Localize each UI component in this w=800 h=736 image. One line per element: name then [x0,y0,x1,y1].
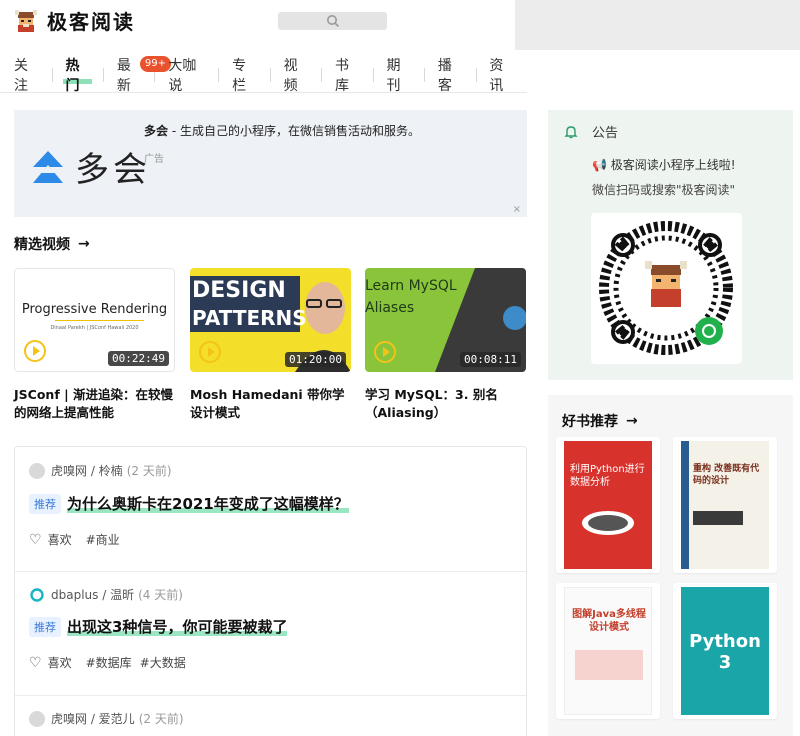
ad-logo: 多会 [31,142,151,191]
dbaplus-logo-icon [30,587,44,602]
tab-journals[interactable]: 期刊 [373,58,424,94]
article-source[interactable]: 虎嗅网 / 柃楠 (2 天前) [29,462,172,479]
video-card[interactable]: Progressive Rendering Dinaal Parekh | JS… [14,268,175,422]
like-button[interactable]: 喜欢 [48,531,72,548]
top-header: 极客阅读 [0,0,800,50]
video-title[interactable]: Mosh Hamedani 带你学设计模式 [190,386,351,422]
article-item[interactable]: 虎嗅网 / 柃楠 (2 天前) 推荐 为什么奥斯卡在2021年变成了这幅模样？ … [15,447,526,571]
main-nav: 关注 热门 最新 99+ 大咖说 专栏 视频 书库 期刊 播客 资讯 [0,56,527,94]
upward-arrow-logo-icon [33,150,63,183]
article-source[interactable]: 虎嗅网 / 爱范儿 (2 天前) [29,710,184,727]
book-card[interactable]: 图解Java多线程设计模式 [556,583,660,719]
viking-logo-icon [15,9,37,32]
ad-title[interactable]: 多会 - 生成自己的小程序，在微信销售活动和服务。 [144,122,420,139]
recommend-tag: 推荐 [29,493,61,514]
play-icon[interactable] [24,340,46,362]
rat-illustration-icon [582,511,634,535]
article-list: 虎嗅网 / 柃楠 (2 天前) 推荐 为什么奥斯卡在2021年变成了这幅模样？ … [14,446,527,736]
tab-library[interactable]: 书库 [322,58,373,94]
tab-experts[interactable]: 大咖说 [155,58,218,94]
search-icon [326,15,339,28]
heart-icon[interactable]: ♡ [29,655,42,671]
source-avatar-icon [29,462,45,479]
search-box[interactable] [278,12,387,30]
video-duration: 01:20:00 [285,352,346,367]
tab-columns[interactable]: 专栏 [219,58,270,94]
bell-icon [564,125,578,138]
article-item[interactable]: 虎嗅网 / 爱范儿 (2 天前) [15,696,526,736]
tab-hot[interactable]: 热门 [52,58,103,94]
article-source[interactable]: dbaplus / 温昕 (4 天前) [29,586,183,603]
article-actions: ♡ 喜欢 #数据库 #大数据 [29,654,186,671]
announcement-panel: 公告 📢 极客阅读小程序上线啦! 微信扫码或搜索"极客阅读" [548,110,793,380]
miniprogram-qr-code [591,213,742,364]
tab-news[interactable]: 资讯 [476,58,527,94]
topic-tag[interactable]: #大数据 [140,654,186,671]
video-title[interactable]: JSConf | 渐进追染：在较慢的网络上提高性能 [14,386,175,422]
arrow-right-icon: → [626,413,638,429]
heart-icon[interactable]: ♡ [29,532,42,548]
book-cover: 重构 改善既有代码的设计 [681,441,769,569]
video-thumbnail[interactable]: Progressive Rendering Dinaal Parekh | JS… [14,268,175,372]
arrow-right-icon: → [78,236,90,252]
tab-follow[interactable]: 关注 [0,58,52,94]
tab-podcasts[interactable]: 播客 [425,58,476,94]
book-card[interactable]: 重构 改善既有代码的设计 [673,437,777,573]
tab-videos[interactable]: 视频 [271,58,322,94]
video-thumbnail[interactable]: DESIGN PATTERNS 01:20:00 [190,268,351,372]
header-right-area [515,0,800,50]
source-avatar-icon [29,710,45,727]
announcement-subtext: 微信扫码或搜索"极客阅读" [592,183,736,197]
article-title[interactable]: 推荐 出现这3种信号，你可能要被裁了 [29,616,288,637]
book-cover: 利用Python进行数据分析 [564,441,652,569]
video-title[interactable]: 学习 MySQL：3. 别名（Aliasing） [365,386,526,422]
ad-banner[interactable]: 多会 多会 - 生成自己的小程序，在微信销售活动和服务。 广告 × [14,110,527,217]
video-card[interactable]: DESIGN PATTERNS 01:20:00 Mosh Hamedani 带… [190,268,351,422]
qr-code-image [599,221,733,355]
article-item[interactable]: dbaplus / 温昕 (4 天前) 推荐 出现这3种信号，你可能要被裁了 ♡… [15,572,526,695]
article-title[interactable]: 推荐 为什么奥斯卡在2021年变成了这幅模样？ [29,493,349,514]
video-duration: 00:22:49 [108,351,169,366]
book-card[interactable]: Python 3 [673,583,777,719]
book-cover: Python 3 [681,587,769,715]
announcement-text: 📢 极客阅读小程序上线啦! [592,158,736,172]
video-card[interactable]: Learn MySQL Aliases 00:08:11 学习 MySQL：3.… [365,268,526,422]
like-button[interactable]: 喜欢 [48,654,72,671]
brand-name: 极客阅读 [47,10,135,34]
video-thumbnail[interactable]: Learn MySQL Aliases 00:08:11 [365,268,526,372]
announcement-heading: 公告 [564,122,618,141]
megaphone-icon: 📢 [592,158,607,172]
topic-tag[interactable]: #数据库 [86,654,132,671]
tab-latest[interactable]: 最新 99+ [104,56,172,94]
play-icon[interactable] [199,341,221,363]
recommend-tag: 推荐 [29,616,61,637]
book-recommendations-heading[interactable]: 好书推荐 → [562,411,638,431]
brand-logo[interactable]: 极客阅读 [13,6,135,35]
ad-label: 广告 [144,154,164,165]
play-icon[interactable] [374,341,396,363]
featured-videos-heading[interactable]: 精选视频 → [14,234,90,254]
topic-tag[interactable]: #商业 [86,531,120,548]
ad-close-button[interactable]: × [513,204,521,215]
book-card[interactable]: 利用Python进行数据分析 [556,437,660,573]
article-actions: ♡ 喜欢 #商业 [29,531,120,548]
book-cover: 图解Java多线程设计模式 [564,587,652,715]
video-duration: 00:08:11 [460,352,521,367]
